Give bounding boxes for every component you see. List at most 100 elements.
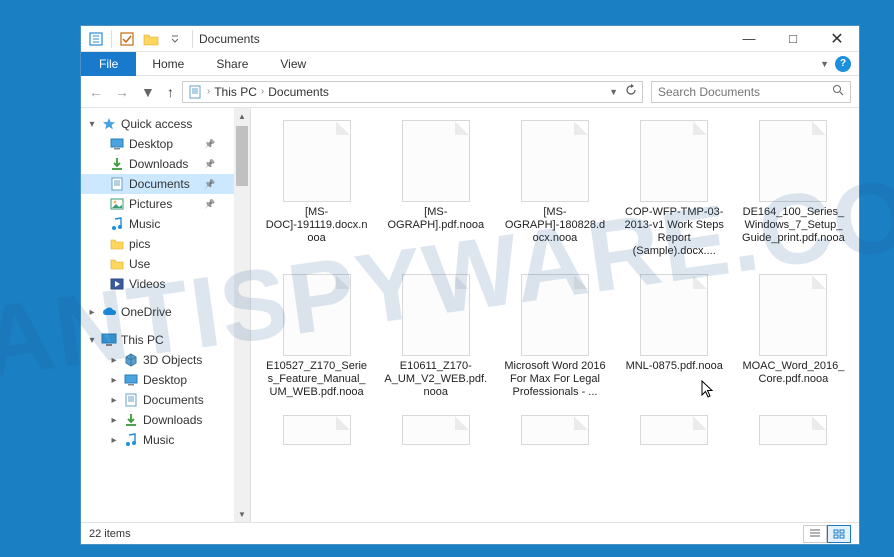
music-icon (109, 216, 125, 232)
tree-this-pc[interactable]: ▾ This PC (81, 330, 234, 350)
file-item[interactable] (261, 409, 372, 451)
forward-button[interactable]: → (115, 84, 129, 100)
folder-icon[interactable] (140, 29, 162, 49)
tab-share[interactable]: Share (200, 52, 264, 76)
sidebar-item[interactable]: Pictures📌 (81, 194, 234, 214)
chevron-right-icon[interactable]: ▸ (87, 307, 97, 318)
tree-label: Music (143, 433, 216, 447)
search-box[interactable] (651, 81, 851, 103)
sidebar-item[interactable]: ▸ Music (81, 430, 234, 450)
file-thumbnail-icon (640, 415, 708, 445)
tree-label: Documents (129, 177, 200, 191)
details-view-button[interactable] (803, 525, 827, 543)
chevron-right-icon[interactable]: ▸ (109, 355, 119, 366)
sidebar-item[interactable]: ▸ Downloads (81, 410, 234, 430)
chevron-right-icon[interactable]: ▸ (109, 435, 119, 446)
file-item[interactable]: [MS-OGRAPH]-180828.docx.nooa (499, 114, 610, 264)
file-item[interactable]: COP-WFP-TMP-03-2013-v1 Work Steps Report… (619, 114, 730, 264)
titlebar: Documents — □ ✕ (81, 26, 859, 52)
sidebar-item[interactable]: Use (81, 254, 234, 274)
minimize-button[interactable]: — (727, 26, 771, 52)
bc-dropdown-icon[interactable]: ▼ (609, 87, 618, 97)
folder-icon (109, 236, 125, 252)
file-item[interactable] (738, 409, 849, 451)
file-name: [MS-OGRAPH]-180828.docx.nooa (503, 206, 606, 245)
checkbox-icon[interactable] (116, 29, 138, 49)
file-thumbnail-icon (402, 274, 470, 356)
tab-view[interactable]: View (264, 52, 322, 76)
bc-root[interactable]: This PC (214, 85, 257, 99)
file-item[interactable]: Microsoft Word 2016 For Max For Legal Pr… (499, 268, 610, 405)
file-item[interactable]: E10611_Z170-A_UM_V2_WEB.pdf.nooa (380, 268, 491, 405)
tree-label: pics (129, 237, 200, 251)
scroll-thumb[interactable] (236, 126, 248, 186)
file-name: COP-WFP-TMP-03-2013-v1 Work Steps Report… (623, 206, 726, 258)
chevron-right-icon[interactable]: ▸ (109, 375, 119, 386)
file-name: E10527_Z170_Series_Feature_Manual_UM_WEB… (265, 360, 368, 399)
tree-label: Desktop (143, 373, 216, 387)
maximize-button[interactable]: □ (771, 26, 815, 52)
bc-sep-icon: › (257, 86, 268, 97)
help-icon[interactable]: ? (835, 56, 851, 72)
tree-quick-access[interactable]: ▾ Quick access (81, 114, 234, 134)
ribbon-expand-icon[interactable]: ▼ (820, 59, 829, 69)
search-icon[interactable] (832, 84, 844, 99)
back-button[interactable]: ← (89, 84, 103, 100)
sidebar-item[interactable]: Music (81, 214, 234, 234)
bc-sep-icon: › (203, 86, 214, 97)
up-button[interactable]: ↑ (167, 84, 174, 100)
file-name: MOAC_Word_2016_Core.pdf.nooa (742, 360, 845, 386)
scroll-down-icon[interactable]: ▼ (234, 506, 250, 522)
status-item-count: 22 items (89, 528, 131, 540)
sidebar-item[interactable]: ▸ Desktop (81, 370, 234, 390)
tree-label: OneDrive (121, 305, 216, 319)
chevron-down-icon[interactable]: ▾ (87, 119, 97, 130)
file-item[interactable]: DE164_100_Series_Windows_7_Setup_Guide_p… (738, 114, 849, 264)
documents-icon (187, 84, 203, 100)
tree-label: Downloads (143, 413, 216, 427)
tab-home[interactable]: Home (136, 52, 200, 76)
sidebar-item[interactable]: Downloads📌 (81, 154, 234, 174)
pin-icon: 📌 (204, 199, 216, 210)
sidebar-item[interactable]: Documents📌 (81, 174, 234, 194)
sidebar-item[interactable]: ▸Documents (81, 390, 234, 410)
chevron-down-icon[interactable]: ▾ (87, 335, 97, 346)
chevron-right-icon[interactable]: ▸ (109, 395, 119, 406)
pictures-icon (109, 196, 125, 212)
close-button[interactable]: ✕ (815, 26, 859, 52)
file-item[interactable] (619, 409, 730, 451)
file-item[interactable]: E10527_Z170_Series_Feature_Manual_UM_WEB… (261, 268, 372, 405)
file-item[interactable]: MOAC_Word_2016_Core.pdf.nooa (738, 268, 849, 405)
file-name: E10611_Z170-A_UM_V2_WEB.pdf.nooa (384, 360, 487, 399)
properties-icon[interactable] (85, 29, 107, 49)
file-item[interactable] (380, 409, 491, 451)
sidebar-item[interactable]: pics (81, 234, 234, 254)
sidebar-item[interactable]: Desktop📌 (81, 134, 234, 154)
nav-arrows: ← → ▼ ↑ (89, 84, 174, 100)
file-item[interactable]: [MS-OGRAPH].pdf.nooa (380, 114, 491, 264)
desktop-icon (109, 136, 125, 152)
history-dropdown-icon[interactable]: ▼ (141, 84, 155, 100)
address-bar-row: ← → ▼ ↑ › This PC › Documents ▼ (81, 76, 859, 108)
file-item[interactable]: [MS-DOC]-191119.docx.nooa (261, 114, 372, 264)
file-item[interactable]: MNL-0875.pdf.nooa (619, 268, 730, 405)
file-menu[interactable]: File (81, 52, 136, 76)
chevron-right-icon[interactable]: ▸ (109, 415, 119, 426)
tree-onedrive[interactable]: ▸ OneDrive (81, 302, 234, 322)
scroll-up-icon[interactable]: ▲ (234, 108, 250, 124)
file-name: MNL-0875.pdf.nooa (626, 360, 723, 373)
file-thumbnail-icon (759, 120, 827, 202)
icons-view-button[interactable] (827, 525, 851, 543)
file-thumbnail-icon (521, 274, 589, 356)
bc-current[interactable]: Documents (268, 85, 329, 99)
tree-label: Use (129, 257, 200, 271)
breadcrumb[interactable]: › This PC › Documents ▼ (182, 81, 643, 103)
sidebar-item[interactable]: ▸3D Objects (81, 350, 234, 370)
nav-scrollbar[interactable]: ▲ ▼ (234, 108, 250, 522)
qat-dropdown-icon[interactable] (164, 29, 186, 49)
file-item[interactable] (499, 409, 610, 451)
qat-divider2 (192, 30, 193, 48)
refresh-icon[interactable] (624, 83, 638, 100)
sidebar-item[interactable]: Videos (81, 274, 234, 294)
search-input[interactable] (658, 85, 832, 99)
